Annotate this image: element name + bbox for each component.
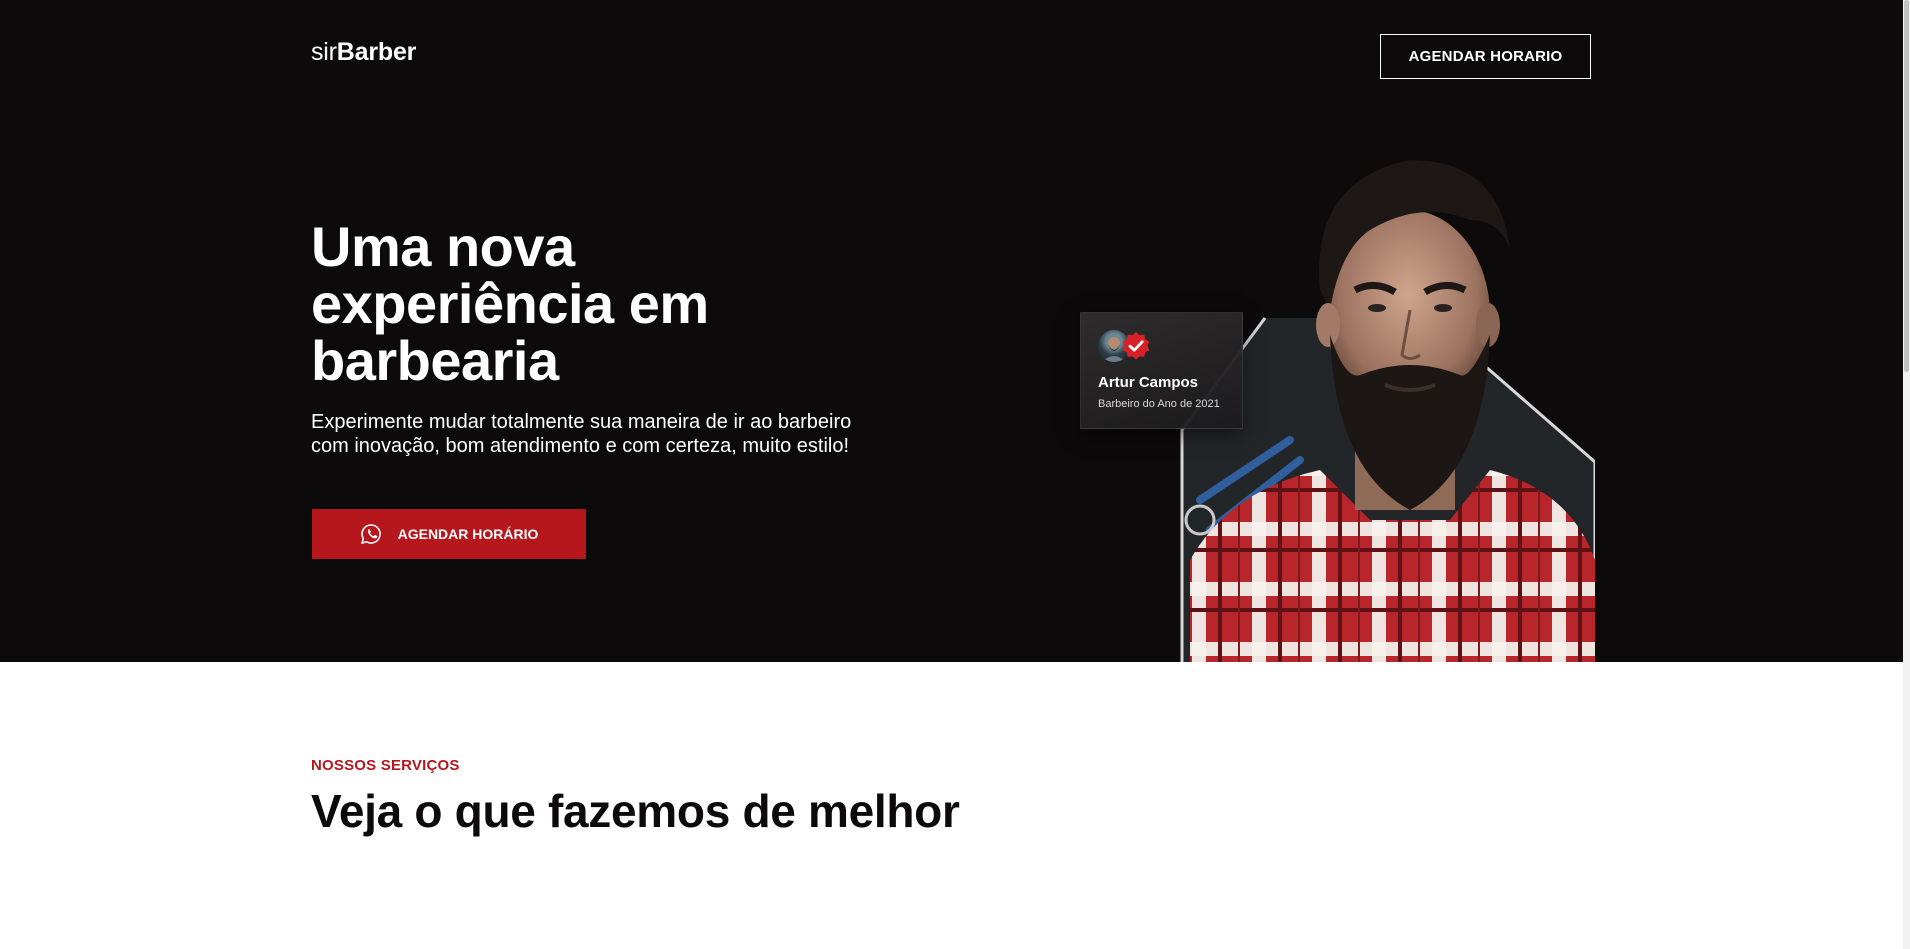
hero-schedule-button[interactable]: AGENDAR HORÁRIO xyxy=(312,509,586,559)
logo-light-text: sir xyxy=(311,38,337,66)
barber-badge-card: Artur Campos Barbeiro do Ano de 2021 xyxy=(1080,312,1243,429)
logo-bold-text: Barber xyxy=(336,38,417,66)
services-eyebrow: NOSSOS SERVIÇOS xyxy=(311,757,460,774)
hero-subtitle: Experimente mudar totalmente sua maneira… xyxy=(311,411,852,457)
badge-role: Barbeiro do Ano de 2021 xyxy=(1098,398,1220,410)
hero-section: sirBarber AGENDAR HORARIO Uma nova exper… xyxy=(0,0,1903,662)
badge-name: Artur Campos xyxy=(1098,374,1199,391)
hero-title: Uma nova experiência em barbearia xyxy=(311,215,709,392)
logo[interactable]: sirBarber xyxy=(311,38,416,67)
verified-check-icon xyxy=(1121,331,1151,361)
hero-schedule-label: AGENDAR HORÁRIO xyxy=(397,526,539,542)
scrollbar-thumb[interactable] xyxy=(1904,0,1909,372)
whatsapp-icon xyxy=(360,523,382,545)
header-schedule-button[interactable]: AGENDAR HORARIO xyxy=(1380,34,1591,79)
page: sirBarber AGENDAR HORARIO Uma nova exper… xyxy=(0,0,1910,949)
vertical-scrollbar[interactable] xyxy=(1903,0,1910,949)
services-title: Veja o que fazemos de melhor xyxy=(311,785,960,837)
